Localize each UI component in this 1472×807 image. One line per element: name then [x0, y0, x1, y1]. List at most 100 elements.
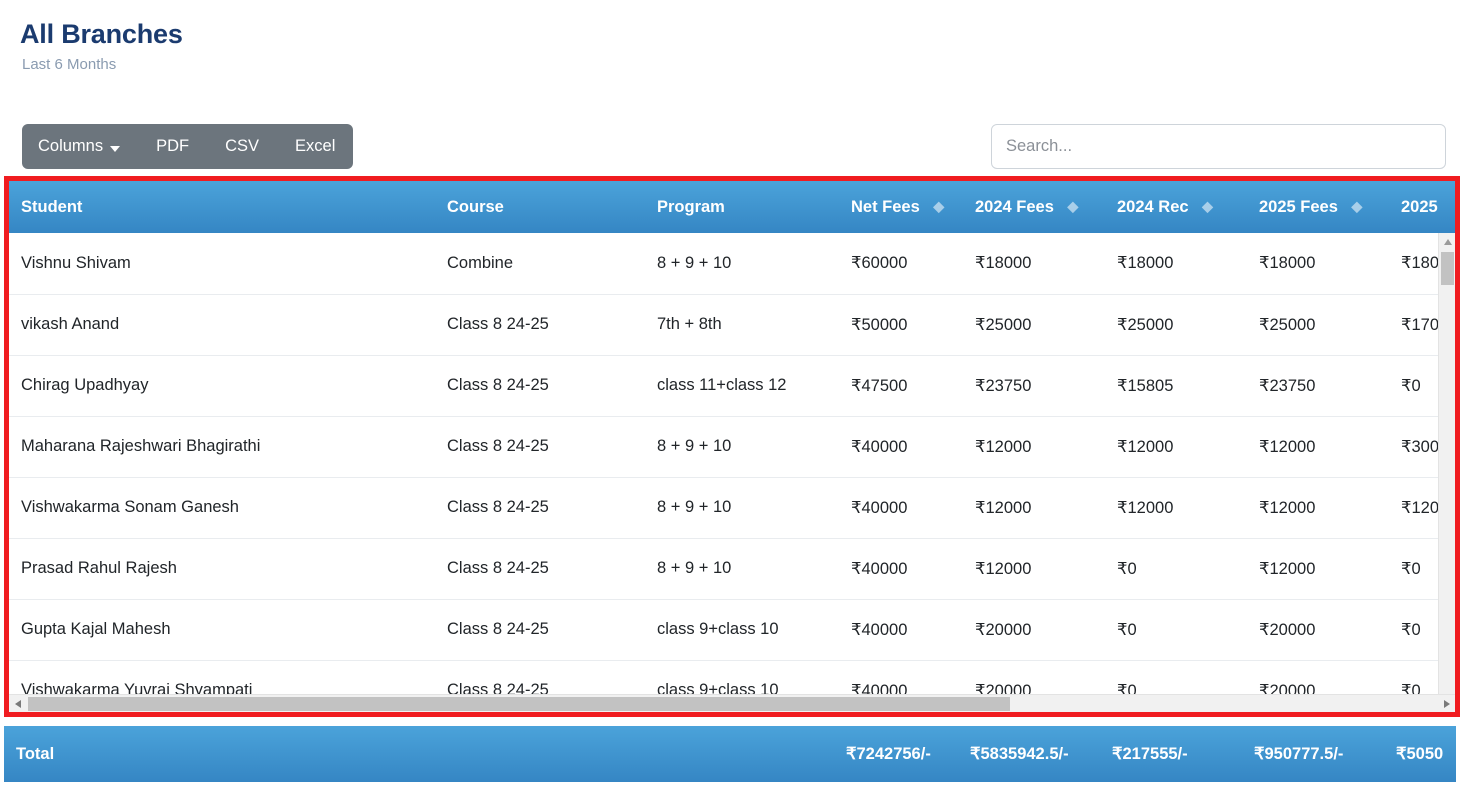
- cell-net-fees: ₹60000: [839, 233, 963, 294]
- column-header-course-label: Course: [447, 197, 504, 216]
- column-header-net-fees-label: Net Fees: [851, 197, 920, 216]
- cell-2024-fees: ₹12000: [963, 537, 1105, 599]
- triangle-right-icon: [1443, 699, 1450, 708]
- table-body: Vishnu Shivam Combine 8 + 9 + 10 ₹60000 …: [9, 233, 1455, 712]
- sort-diamond-icon: ◆: [1067, 197, 1079, 214]
- totals-2024-rec: ₹217555/-: [1112, 745, 1188, 763]
- column-header-course[interactable]: Course: [435, 181, 645, 233]
- cell-net-fees: ₹40000: [839, 415, 963, 477]
- horizontal-scroll-thumb[interactable]: [28, 697, 1010, 711]
- vertical-scroll-thumb[interactable]: [1441, 252, 1454, 285]
- triangle-up-icon: [1443, 238, 1452, 245]
- cell-net-fees: ₹40000: [839, 598, 963, 660]
- cell-2025-fees: ₹23750: [1247, 354, 1389, 416]
- column-header-program[interactable]: Program: [645, 181, 839, 233]
- export-csv-button[interactable]: CSV: [207, 124, 277, 169]
- cell-net-fees: ₹40000: [839, 476, 963, 538]
- cell-student: Chirag Upadhyay: [9, 354, 435, 416]
- table-row[interactable]: Vishwakarma Sonam Ganesh Class 8 24-25 8…: [9, 476, 1455, 538]
- table-export-toolbar: Columns PDF CSV Excel: [22, 124, 354, 169]
- cell-2025-fees: ₹12000: [1247, 415, 1389, 477]
- column-header-net-fees[interactable]: Net Fees ◆: [839, 181, 963, 233]
- cell-course: Class 8 24-25: [435, 476, 645, 538]
- cell-program: 8 + 9 + 10: [645, 233, 839, 294]
- totals-2025-fees: ₹950777.5/-: [1254, 745, 1344, 763]
- column-header-2024-rec[interactable]: 2024 Rec ◆: [1105, 181, 1247, 233]
- table-vertical-scrollbar[interactable]: [1438, 233, 1455, 712]
- scroll-right-button[interactable]: [1438, 695, 1455, 712]
- table-row[interactable]: Maharana Rajeshwari Bhagirathi Class 8 2…: [9, 415, 1455, 477]
- students-fees-table: Student Course Program Net Fees ◆ 2024 F…: [9, 181, 1455, 712]
- columns-dropdown-label: Columns: [38, 137, 104, 155]
- totals-2024-fees: ₹5835942.5/-: [970, 745, 1069, 763]
- column-header-student[interactable]: Student: [9, 181, 435, 233]
- column-header-2025-rec[interactable]: 2025: [1389, 181, 1455, 233]
- sort-diamond-icon: ◆: [1202, 197, 1213, 214]
- scroll-left-button[interactable]: [9, 695, 26, 712]
- cell-2025-fees: ₹25000: [1247, 293, 1389, 355]
- cell-2024-rec: ₹12000: [1105, 476, 1247, 538]
- data-table-highlight-frame: Student Course Program Net Fees ◆ 2024 F…: [4, 176, 1460, 717]
- column-header-2025-fees-label: 2025 Fees: [1259, 197, 1338, 216]
- cell-2025-fees: ₹18000: [1247, 233, 1389, 294]
- table-horizontal-scrollbar[interactable]: [9, 694, 1455, 712]
- cell-student: Vishnu Shivam: [9, 233, 435, 294]
- table-total-footer: Total ₹7242756/- ₹5835942.5/- ₹217555/- …: [4, 726, 1456, 782]
- column-header-2025-rec-label: 2025: [1401, 197, 1438, 216]
- cell-program: 7th + 8th: [645, 293, 839, 355]
- column-header-student-label: Student: [21, 197, 83, 216]
- cell-program: class 11+class 12: [645, 354, 839, 416]
- page-header: All Branches Last 6 Months: [20, 18, 183, 74]
- cell-2024-fees: ₹12000: [963, 415, 1105, 477]
- table-row[interactable]: Gupta Kajal Mahesh Class 8 24-25 class 9…: [9, 598, 1455, 660]
- cell-program: 8 + 9 + 10: [645, 415, 839, 477]
- totals-program: [640, 726, 834, 782]
- cell-student: Vishwakarma Sonam Ganesh: [9, 476, 435, 538]
- cell-2025-fees: ₹12000: [1247, 537, 1389, 599]
- cell-program: 8 + 9 + 10: [645, 476, 839, 538]
- cell-course: Class 8 24-25: [435, 415, 645, 477]
- column-header-2024-rec-label: 2024 Rec: [1117, 197, 1189, 216]
- cell-2024-rec: ₹25000: [1105, 293, 1247, 355]
- table-row[interactable]: Vishnu Shivam Combine 8 + 9 + 10 ₹60000 …: [9, 233, 1455, 294]
- column-header-2024-fees-label: 2024 Fees: [975, 197, 1054, 216]
- cell-2024-fees: ₹23750: [963, 354, 1105, 416]
- cell-2024-rec: ₹18000: [1105, 233, 1247, 294]
- cell-course: Class 8 24-25: [435, 537, 645, 599]
- page-root: All Branches Last 6 Months Columns PDF C…: [0, 0, 1472, 807]
- cell-2024-rec: ₹0: [1105, 537, 1247, 599]
- page-title: All Branches: [20, 19, 183, 49]
- search-input[interactable]: [991, 124, 1446, 169]
- sort-diamond-icon: ◆: [933, 197, 945, 214]
- table-row[interactable]: Chirag Upadhyay Class 8 24-25 class 11+c…: [9, 354, 1455, 416]
- export-excel-button[interactable]: Excel: [277, 124, 353, 169]
- page-subtitle: Last 6 Months: [22, 56, 117, 74]
- search-container: [991, 124, 1446, 169]
- cell-2025-fees: ₹12000: [1247, 476, 1389, 538]
- table-row[interactable]: Prasad Rahul Rajesh Class 8 24-25 8 + 9 …: [9, 537, 1455, 599]
- totals-course: [430, 726, 640, 782]
- column-header-2025-fees[interactable]: 2025 Fees ◆: [1247, 181, 1389, 233]
- cell-course: Combine: [435, 233, 645, 294]
- cell-program: class 9+class 10: [645, 598, 839, 660]
- scroll-up-button[interactable]: [1439, 233, 1455, 250]
- totals-table: Total ₹7242756/- ₹5835942.5/- ₹217555/- …: [4, 726, 1456, 782]
- cell-course: Class 8 24-25: [435, 293, 645, 355]
- cell-2024-rec: ₹15805: [1105, 354, 1247, 416]
- cell-course: Class 8 24-25: [435, 598, 645, 660]
- cell-student: Prasad Rahul Rajesh: [9, 537, 435, 599]
- cell-student: Maharana Rajeshwari Bhagirathi: [9, 415, 435, 477]
- chevron-down-icon: [110, 145, 121, 152]
- cell-student: Gupta Kajal Mahesh: [9, 598, 435, 660]
- table-row[interactable]: vikash Anand Class 8 24-25 7th + 8th ₹50…: [9, 293, 1455, 355]
- export-pdf-button[interactable]: PDF: [138, 124, 207, 169]
- cell-2024-fees: ₹20000: [963, 598, 1105, 660]
- totals-net-fees: ₹7242756/-: [846, 745, 931, 763]
- totals-2025-rec: ₹5050: [1396, 745, 1444, 763]
- columns-dropdown-button[interactable]: Columns: [22, 124, 138, 169]
- cell-course: Class 8 24-25: [435, 354, 645, 416]
- cell-2024-rec: ₹12000: [1105, 415, 1247, 477]
- data-table-viewport[interactable]: Student Course Program Net Fees ◆ 2024 F…: [9, 181, 1455, 712]
- totals-label: Total: [16, 744, 55, 763]
- column-header-2024-fees[interactable]: 2024 Fees ◆: [963, 181, 1105, 233]
